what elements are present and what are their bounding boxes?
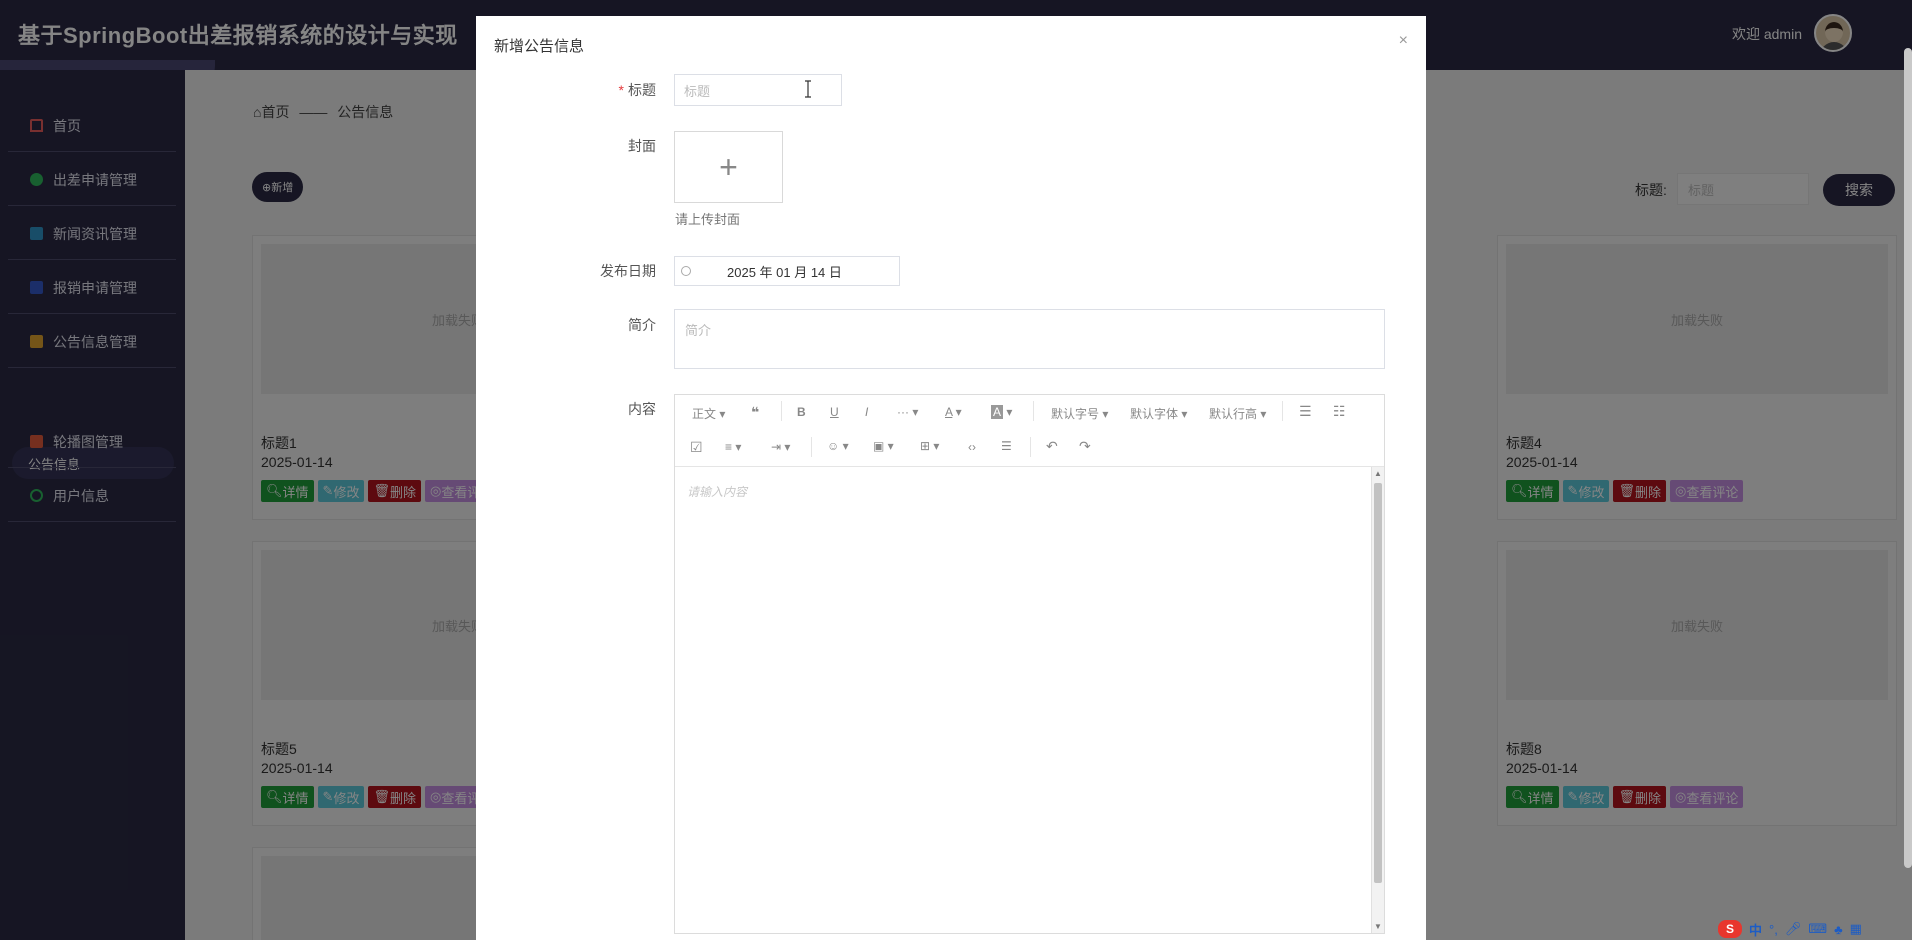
cover-upload[interactable]: + (674, 131, 783, 203)
close-icon[interactable]: × (1399, 32, 1408, 50)
title-label: * 标题 (618, 82, 656, 98)
image-icon[interactable]: ▣ ▾ (873, 439, 894, 453)
scroll-thumb[interactable] (1374, 483, 1382, 883)
emoji-icon[interactable]: ☺ ▾ (827, 439, 849, 453)
cover-upload-tip: 请上传封面 (675, 212, 741, 227)
divider-icon[interactable]: ☰ (1001, 439, 1012, 453)
font-size-dropdown[interactable]: 默认字号 ▾ (1051, 405, 1108, 422)
align-icon[interactable]: ≡ ▾ (725, 440, 741, 454)
required-asterisk: * (618, 82, 624, 98)
editor-scrollbar[interactable]: ▲ ▼ (1371, 467, 1384, 933)
skin-icon[interactable]: ♣ (1834, 922, 1843, 937)
code-icon[interactable]: ‹› (968, 440, 976, 454)
keyboard-icon[interactable]: ⌨︎ (1808, 921, 1827, 937)
clock-icon (681, 266, 691, 276)
bold-icon[interactable]: B (797, 405, 806, 419)
intro-label: 简介 (628, 317, 656, 333)
ime-toolbar: S 中 °, 🎤︎ ⌨︎ ♣ ▦ (1718, 918, 1912, 940)
grid-icon[interactable]: ▦ (1850, 921, 1862, 937)
scroll-down-icon[interactable]: ▼ (1374, 922, 1382, 931)
text-cursor-icon (805, 80, 811, 98)
redo-icon[interactable]: ↷ (1079, 438, 1091, 455)
rich-text-editor: 正文 ▾ ❝ B U I ··· ▾ A ▾ A ▾ 默认字号 ▾ 默认字体 ▾… (674, 394, 1385, 934)
more-style-icon[interactable]: ··· ▾ (897, 405, 918, 419)
undo-icon[interactable]: ↶ (1046, 438, 1058, 455)
cover-label: 封面 (628, 138, 656, 154)
add-notice-dialog: 新增公告信息 × * 标题 标题 封面 + 请上传封面 发布日期 2025 年 0… (476, 16, 1426, 940)
quote-icon[interactable]: ❝ (751, 404, 759, 421)
page-scrollbar[interactable] (1904, 48, 1912, 868)
paragraph-dropdown[interactable]: 正文 ▾ (692, 405, 725, 422)
title-input[interactable]: 标题 (674, 74, 842, 106)
date-picker[interactable]: 2025 年 01 月 14 日 (674, 256, 900, 286)
bg-color-icon[interactable]: A ▾ (991, 405, 1012, 419)
numbered-list-icon[interactable]: ☷ (1333, 403, 1346, 420)
content-label: 内容 (628, 401, 656, 417)
line-height-dropdown[interactable]: 默认行高 ▾ (1209, 405, 1266, 422)
table-icon[interactable]: ⊞ ▾ (920, 439, 939, 453)
editor-toolbar: 正文 ▾ ❝ B U I ··· ▾ A ▾ A ▾ 默认字号 ▾ 默认字体 ▾… (675, 395, 1384, 467)
scroll-up-icon[interactable]: ▲ (1374, 469, 1382, 478)
todo-icon[interactable]: ☑ (690, 439, 703, 456)
date-value: 2025 年 01 月 14 日 (727, 264, 842, 280)
font-color-icon[interactable]: A ▾ (945, 405, 962, 419)
plus-icon: + (719, 148, 738, 185)
editor-content-area[interactable]: 请输入内容 (675, 467, 1384, 933)
mic-icon[interactable]: 🎤︎ (1785, 921, 1802, 937)
dialog-title: 新增公告信息 (494, 38, 585, 55)
italic-icon[interactable]: I (865, 405, 868, 419)
date-label: 发布日期 (600, 263, 656, 279)
ime-logo-icon[interactable]: S (1718, 920, 1742, 938)
font-family-dropdown[interactable]: 默认字体 ▾ (1130, 405, 1187, 422)
intro-textarea[interactable]: 简介 (674, 309, 1385, 369)
ime-lang[interactable]: 中 (1749, 920, 1762, 939)
punctuation-icon[interactable]: °, (1769, 922, 1778, 937)
underline-icon[interactable]: U (830, 405, 839, 419)
indent-icon[interactable]: ⇥ ▾ (771, 440, 790, 454)
bullet-list-icon[interactable]: ☰ (1299, 403, 1312, 420)
